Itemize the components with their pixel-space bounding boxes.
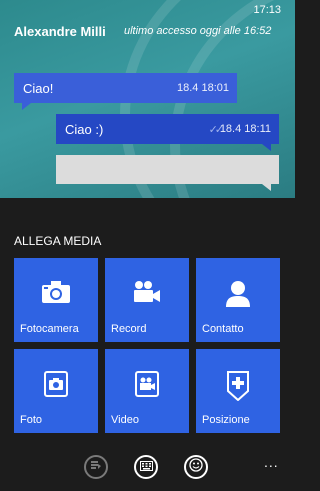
tile-foto[interactable]: Foto	[14, 349, 98, 433]
video-picture-icon	[105, 371, 189, 402]
tile-label: Posizione	[202, 414, 250, 426]
tile-label: Video	[111, 414, 139, 426]
last-seen-status: ultimo accesso oggi alle 16:52	[124, 25, 272, 37]
tile-label: Contatto	[202, 323, 244, 335]
message-timestamp: 18.4 18:11	[219, 123, 271, 135]
quick-replies-icon	[90, 458, 102, 476]
tile-contatto[interactable]: Contatto	[196, 258, 280, 342]
chat-area: 17:13 Alexandre Milli ultimo accesso ogg…	[0, 0, 295, 198]
tile-fotocamera[interactable]: Fotocamera	[14, 258, 98, 342]
tile-record[interactable]: Record	[105, 258, 189, 342]
location-pin-icon	[196, 371, 280, 406]
tile-label: Fotocamera	[20, 323, 79, 335]
tile-label: Foto	[20, 414, 43, 426]
attach-media-panel: ALLEGA MEDIA Fotocamera Record Contatto …	[0, 198, 295, 491]
message-bubble-draft[interactable]	[56, 155, 279, 191]
contact-person-icon	[196, 280, 280, 313]
message-text: Ciao!	[23, 81, 54, 96]
video-camera-icon	[105, 280, 189, 309]
tile-video[interactable]: Video	[105, 349, 189, 433]
contact-name[interactable]: Alexandre Milli	[14, 24, 106, 39]
emoji-smiley-icon	[189, 457, 203, 477]
panel-title: ALLEGA MEDIA	[14, 234, 102, 248]
keyboard-icon	[139, 458, 153, 476]
emoji-button[interactable]	[184, 455, 208, 479]
message-bubble-incoming[interactable]: Ciao! 18.4 18:01	[14, 73, 237, 110]
message-bubble-outgoing[interactable]: Ciao :) ✓✓ 18.4 18:11	[56, 114, 279, 151]
tile-label: Record	[111, 323, 147, 335]
quick-replies-button[interactable]	[84, 455, 108, 479]
more-options-button[interactable]: ...	[264, 454, 279, 470]
message-timestamp: 18.4 18:01	[177, 82, 229, 94]
keyboard-button[interactable]	[134, 455, 158, 479]
message-text: Ciao :)	[65, 122, 104, 137]
camera-icon	[14, 280, 98, 309]
status-clock: 17:13	[253, 4, 281, 16]
tile-posizione[interactable]: Posizione	[196, 349, 280, 433]
photo-picture-icon	[14, 371, 98, 402]
